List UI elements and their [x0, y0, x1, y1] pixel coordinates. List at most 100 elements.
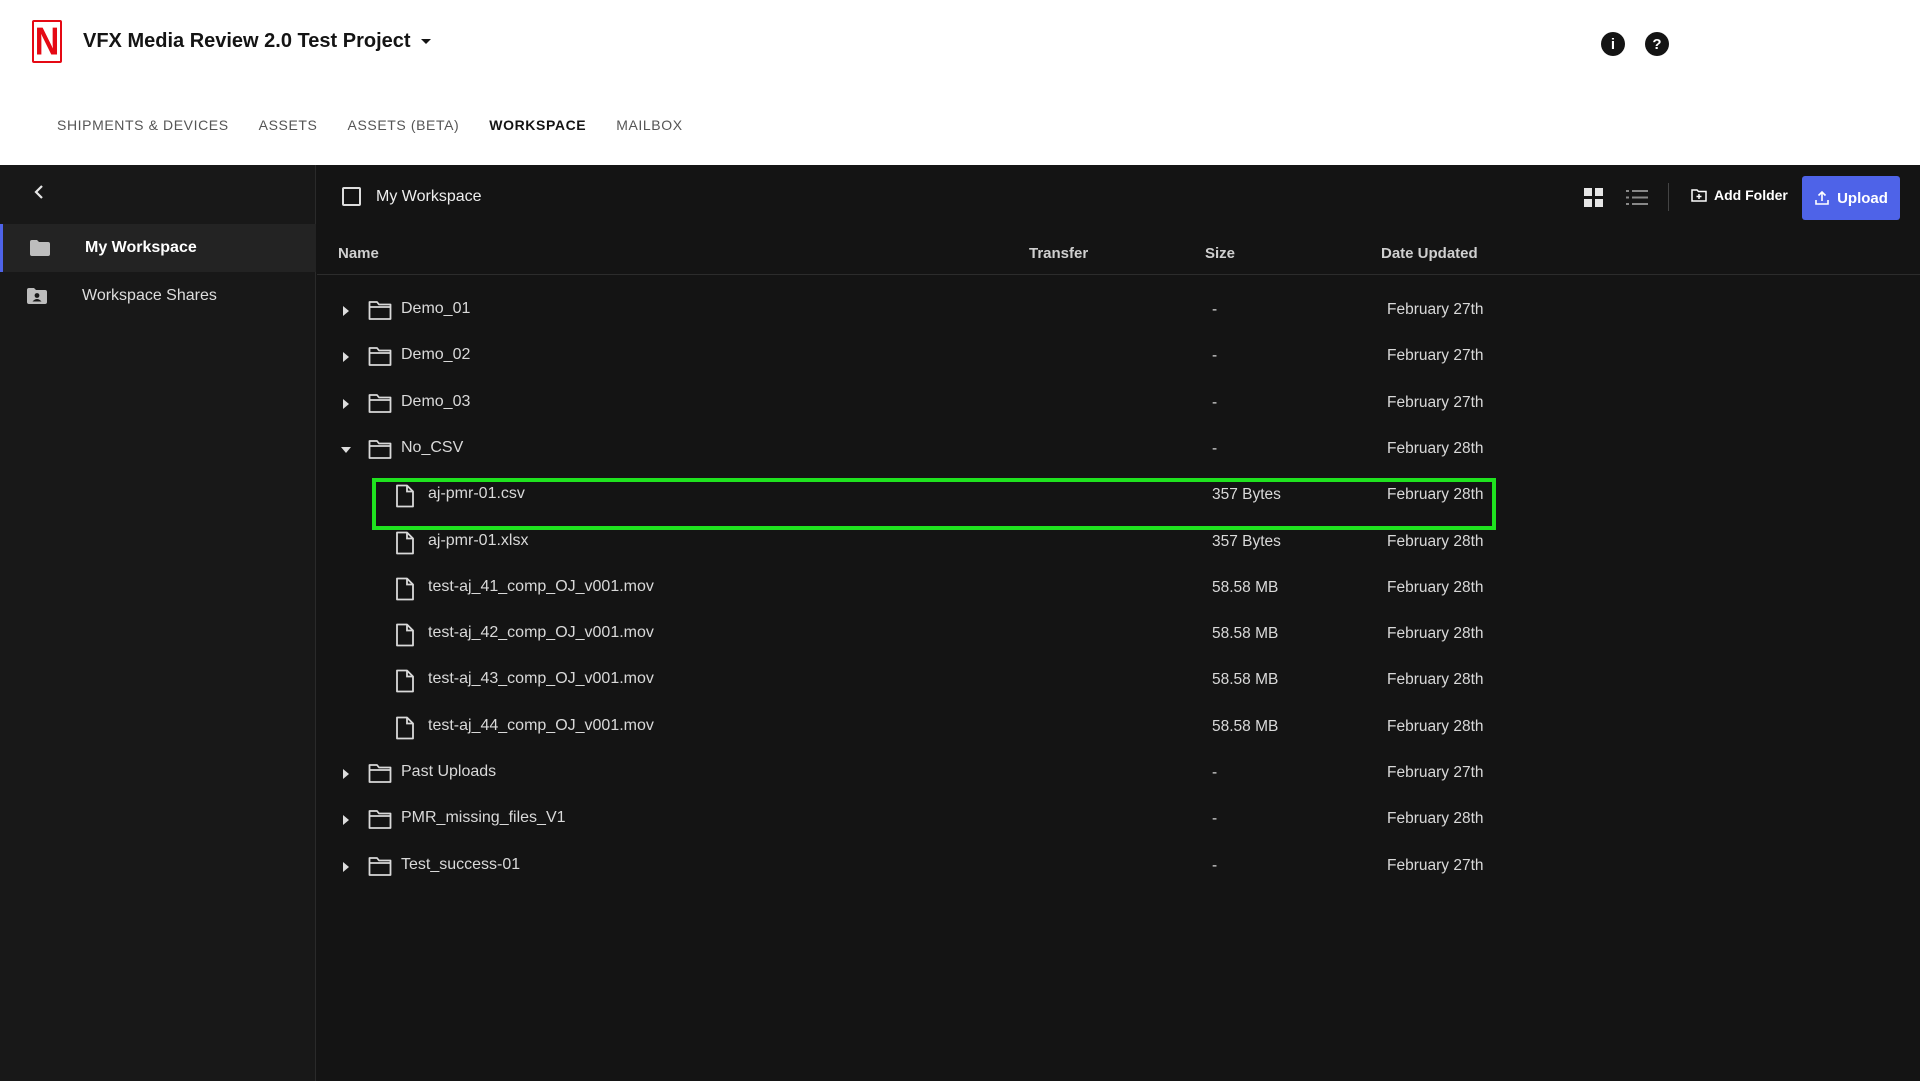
folder-row[interactable]: No_CSV - February 28th: [317, 427, 1920, 473]
column-header-date-updated[interactable]: Date Updated: [1381, 245, 1478, 262]
row-name[interactable]: aj-pmr-01.csv: [428, 485, 525, 503]
nav-shipments-devices[interactable]: SHIPMENTS & DEVICES: [57, 117, 229, 133]
list-view-icon[interactable]: [1626, 189, 1648, 206]
nav-workspace[interactable]: WORKSPACE: [489, 117, 586, 133]
file-row[interactable]: test-aj_41_comp_OJ_v001.mov 58.58 MB Febru…: [317, 566, 1920, 612]
file-row[interactable]: aj-pmr-01.csv 357 Bytes February 28th: [317, 473, 1920, 519]
row-date: February 28th: [1387, 671, 1484, 689]
row-date: February 27th: [1387, 856, 1484, 874]
sidebar-item-label: Workspace Shares: [82, 287, 217, 304]
column-header-size[interactable]: Size: [1205, 245, 1235, 262]
file-row[interactable]: test-aj_43_comp_OJ_v001.mov 58.58 MB Febru…: [317, 658, 1920, 704]
folder-row[interactable]: Demo_03 - February 27th: [317, 381, 1920, 427]
folder-row[interactable]: Past Uploads - February 27th: [317, 751, 1920, 797]
project-selector[interactable]: VFX Media Review 2.0 Test Project: [83, 30, 431, 53]
folder-icon: [368, 393, 392, 413]
row-date: February 28th: [1387, 625, 1484, 643]
row-size: 357 Bytes: [1212, 486, 1281, 504]
row-name[interactable]: test-aj_44_comp_OJ_v001.mov: [428, 717, 654, 735]
row-size: 58.58 MB: [1212, 717, 1279, 735]
info-icon[interactable]: i: [1601, 32, 1625, 56]
chevron-down-icon[interactable]: [338, 442, 354, 458]
file-icon: [396, 669, 414, 693]
toolbar-divider: [1668, 183, 1669, 211]
row-size: -: [1212, 810, 1218, 828]
row-size: -: [1212, 764, 1218, 781]
chevron-right-icon[interactable]: [338, 396, 354, 412]
workspace-main: My Workspace Add Folder Upload Name Tran…: [317, 165, 1920, 1081]
collapse-sidebar-button[interactable]: [28, 181, 50, 203]
folder-icon: [368, 439, 392, 459]
row-name[interactable]: Test_success-01: [401, 856, 520, 874]
row-date: February 28th: [1387, 810, 1484, 828]
row-name[interactable]: aj-pmr-01.xlsx: [428, 532, 528, 550]
row-date: February 28th: [1387, 717, 1484, 735]
sidebar-item-workspace-shares[interactable]: Workspace Shares: [0, 272, 316, 320]
row-name[interactable]: No_CSV: [401, 439, 463, 457]
nav-mailbox[interactable]: MAILBOX: [616, 117, 682, 133]
column-header-name[interactable]: Name: [338, 245, 379, 262]
row-name[interactable]: Demo_01: [401, 300, 470, 318]
row-size: -: [1212, 439, 1218, 457]
nav-assets-beta[interactable]: ASSETS (BETA): [348, 117, 460, 133]
file-icon: [396, 484, 414, 508]
row-name[interactable]: test-aj_43_comp_OJ_v001.mov: [428, 670, 654, 688]
upload-button[interactable]: Upload: [1802, 176, 1900, 220]
file-icon: [396, 531, 414, 554]
file-icon: [396, 577, 414, 601]
row-date: February 27th: [1387, 347, 1484, 365]
row-date: February 27th: [1387, 393, 1484, 411]
row-name[interactable]: PMR_missing_files_V1: [401, 809, 566, 827]
sidebar: My Workspace Workspace Shares: [0, 165, 316, 1081]
nav-assets[interactable]: ASSETS: [259, 117, 318, 133]
row-date: February 28th: [1387, 439, 1484, 457]
chevron-right-icon[interactable]: [338, 349, 354, 365]
row-size: -: [1212, 301, 1218, 318]
add-folder-button[interactable]: Add Folder: [1691, 187, 1788, 203]
help-icon[interactable]: ?: [1645, 32, 1669, 56]
file-row[interactable]: test-aj_42_comp_OJ_v001.mov 58.58 MB Febru…: [317, 612, 1920, 658]
caret-down-icon: [420, 39, 431, 44]
sidebar-item-my-workspace[interactable]: My Workspace: [0, 224, 316, 272]
workspace-toolbar: My Workspace Add Folder Upload: [317, 165, 1920, 229]
chevron-right-icon[interactable]: [338, 766, 354, 782]
row-size: 58.58 MB: [1212, 671, 1279, 689]
file-icon: [396, 716, 414, 740]
top-nav: SHIPMENTS & DEVICES ASSETS ASSETS (BETA)…: [57, 117, 713, 133]
upload-icon: [1815, 190, 1829, 205]
netflix-logo[interactable]: N: [32, 20, 62, 63]
chevron-right-icon[interactable]: [338, 859, 354, 875]
row-name[interactable]: test-aj_42_comp_OJ_v001.mov: [428, 624, 654, 642]
row-name[interactable]: Demo_03: [401, 393, 470, 411]
row-size: -: [1212, 856, 1218, 874]
folder-icon: [368, 301, 392, 320]
folder-row[interactable]: Demo_01 - February 27th: [317, 288, 1920, 334]
app-header: N VFX Media Review 2.0 Test Project i ? …: [0, 0, 1920, 165]
shared-folder-icon: [27, 288, 47, 304]
row-name[interactable]: Past Uploads: [401, 763, 496, 781]
folder-icon: [30, 240, 50, 256]
row-size: -: [1212, 393, 1218, 411]
row-name[interactable]: test-aj_41_comp_OJ_v001.mov: [428, 578, 654, 596]
folder-row[interactable]: Test_success-01 - February 27th: [317, 844, 1920, 890]
chevron-left-icon: [34, 185, 43, 199]
chevron-right-icon[interactable]: [338, 303, 354, 319]
column-header-transfer[interactable]: Transfer: [1029, 245, 1088, 262]
file-icon: [396, 623, 414, 647]
grid-view-icon[interactable]: [1584, 188, 1603, 207]
row-date: February 28th: [1387, 532, 1484, 550]
folder-icon: [368, 810, 392, 830]
row-name[interactable]: Demo_02: [401, 346, 470, 364]
row-size: -: [1212, 347, 1218, 365]
folder-row[interactable]: Demo_02 - February 27th: [317, 334, 1920, 380]
table-header: Name Transfer Size Date Updated: [317, 229, 1920, 275]
select-all-checkbox[interactable]: [342, 187, 361, 206]
row-date: February 28th: [1387, 486, 1484, 504]
file-row[interactable]: test-aj_44_comp_OJ_v001.mov 58.58 MB Febru…: [317, 705, 1920, 751]
chevron-right-icon[interactable]: [338, 812, 354, 828]
add-folder-icon: [1691, 189, 1707, 202]
folder-row[interactable]: PMR_missing_files_V1 - February 28th: [317, 797, 1920, 843]
project-title: VFX Media Review 2.0 Test Project: [83, 30, 411, 52]
file-row[interactable]: aj-pmr-01.xlsx 357 Bytes February 28th: [317, 520, 1920, 566]
row-date: February 27th: [1387, 764, 1484, 781]
